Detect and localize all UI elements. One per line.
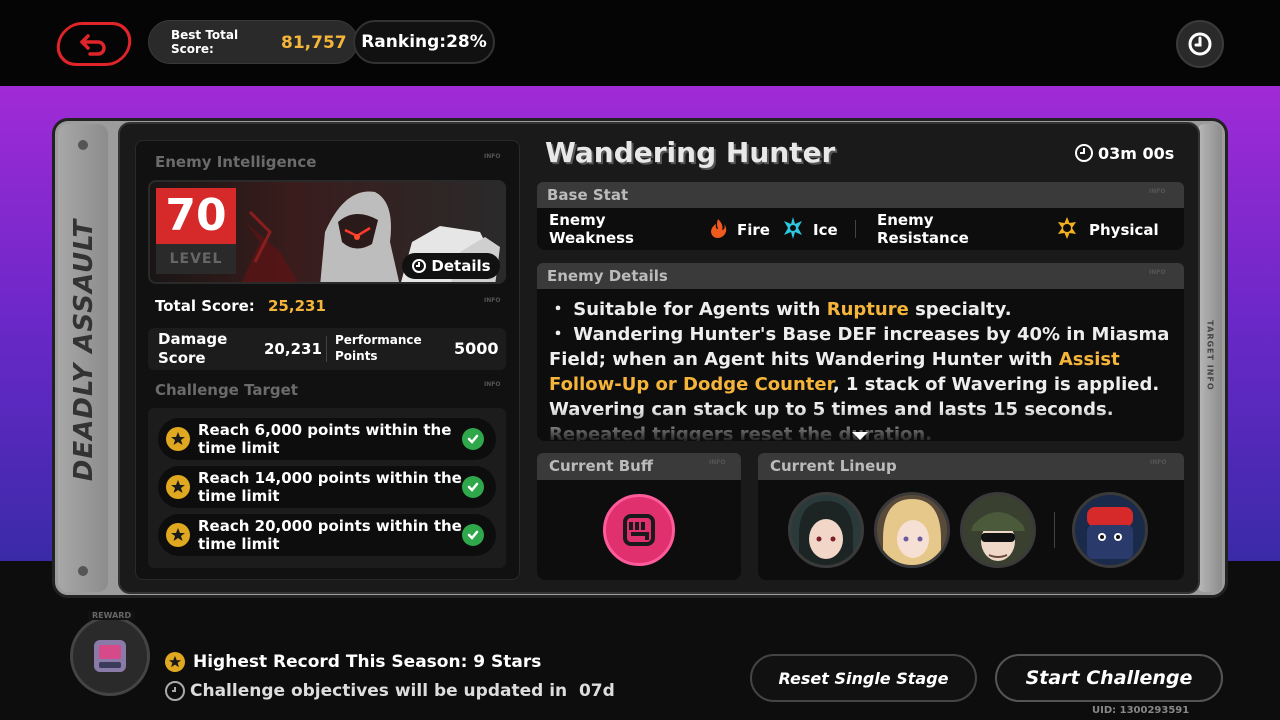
star-icon <box>166 427 190 451</box>
divider <box>326 336 327 362</box>
star-icon <box>165 652 185 672</box>
damage-score-label: Damage Score <box>158 330 228 367</box>
base-stat-title: Base Stat <box>547 186 629 204</box>
enemy-intel-title: Enemy Intelligence <box>155 153 317 171</box>
level-label: LEVEL <box>156 244 236 274</box>
total-score-label: Total Score: <box>155 297 255 315</box>
boss-name: Wandering Hunter <box>545 136 836 169</box>
agent-avatar[interactable] <box>874 492 950 568</box>
fist-buff-icon[interactable] <box>603 494 675 566</box>
start-challenge-button[interactable]: Start Challenge <box>995 654 1223 702</box>
target-info-rail-label: TARGET INFO <box>1198 300 1222 410</box>
clock-icon <box>412 259 427 273</box>
reward-label: REWARD <box>88 611 136 620</box>
details-button[interactable]: Details <box>402 253 500 279</box>
info-tag: INFO <box>1150 459 1167 466</box>
back-button[interactable] <box>53 22 135 66</box>
clock-icon <box>1188 32 1212 56</box>
resistance-physical: Physical <box>1089 221 1159 239</box>
info-tag: INFO <box>484 153 501 160</box>
ice-icon <box>781 216 805 245</box>
weakness-fire: Fire <box>737 221 770 239</box>
details-text: specialty. <box>908 299 1012 320</box>
clock-icon <box>165 681 185 701</box>
enemy-details-body[interactable]: ・ Suitable for Agents with Rupture speci… <box>537 289 1184 441</box>
target-info-text: TARGET INFO <box>1205 319 1215 391</box>
timer-value: 03m 00s <box>1098 143 1175 163</box>
target-text: Reach 20,000 points within the time limi… <box>198 517 462 553</box>
resistance-label: Enemy Resistance <box>877 211 969 247</box>
current-lineup-body <box>758 480 1184 580</box>
ranking-badge: Ranking:28% <box>353 20 495 64</box>
time-limit: 03m 00s <box>1074 143 1174 163</box>
total-score-value: 25,231 <box>268 297 326 315</box>
target-text: Reach 14,000 points within the time limi… <box>198 469 462 505</box>
physical-icon <box>1055 216 1079 245</box>
current-lineup-header: Current Lineup INFO <box>758 453 1184 481</box>
star-icon <box>166 523 190 547</box>
info-tag: INFO <box>484 297 501 304</box>
details-label: Details <box>431 257 491 275</box>
mode-title: DEADLY ASSAULT <box>64 180 104 520</box>
list-item: Reach 6,000 points within the time limit <box>158 418 496 460</box>
screw-icon <box>78 140 88 150</box>
back-arrow-icon <box>80 34 106 56</box>
divider <box>855 220 856 238</box>
check-icon <box>462 524 484 546</box>
damage-score-value: 20,231 <box>264 340 322 358</box>
fire-icon <box>707 217 729 244</box>
uid-label: UID: 1300293591 <box>1092 705 1190 716</box>
best-score-label: Best Total Score: <box>171 28 239 56</box>
reward-button[interactable] <box>70 616 150 696</box>
reset-stage-button[interactable]: Reset Single Stage <box>750 654 977 702</box>
check-icon <box>462 428 484 450</box>
bangboo-avatar[interactable] <box>1072 492 1148 568</box>
info-tag: INFO <box>1149 188 1166 195</box>
info-tag: INFO <box>484 381 501 388</box>
weakness-label: Enemy Weakness <box>549 211 634 247</box>
star-icon <box>166 475 190 499</box>
weakness-ice: Ice <box>813 221 838 239</box>
level-badge: 70 LEVEL <box>156 188 236 274</box>
details-text: ・ Suitable for Agents with <box>549 299 827 320</box>
enemy-details-header: Enemy Details INFO <box>537 263 1184 291</box>
performance-points-value: 5000 <box>454 339 499 358</box>
scroll-down-icon[interactable] <box>852 432 868 440</box>
agent-avatar[interactable] <box>788 492 864 568</box>
screw-icon <box>78 566 88 576</box>
current-buff-title: Current Buff <box>549 457 653 475</box>
current-lineup-title: Current Lineup <box>770 457 897 475</box>
base-stat-header: Base Stat INFO <box>537 182 1184 210</box>
enemy-details-title: Enemy Details <box>547 267 668 285</box>
best-score-pill: Best Total Score: 81,757 <box>148 20 358 64</box>
list-item: Reach 20,000 points within the time limi… <box>158 514 496 556</box>
check-icon <box>462 476 484 498</box>
details-highlight: Rupture <box>826 299 909 320</box>
best-score-value: 81,757 <box>281 33 347 53</box>
objectives-update: Challenge objectives will be updated in … <box>190 681 615 701</box>
info-tag: INFO <box>709 459 726 466</box>
clock-icon <box>1075 144 1093 162</box>
base-stat-row: Enemy Weakness Fire Ice Enemy Resistance… <box>537 208 1184 250</box>
challenge-target-title: Challenge Target <box>155 381 298 399</box>
current-buff-body <box>537 480 741 580</box>
reward-box-icon <box>94 640 126 672</box>
mode-title-text: DEADLY ASSAULT <box>69 218 99 482</box>
level-number: 70 <box>156 188 236 244</box>
highest-record: Highest Record This Season: 9 Stars <box>193 652 542 672</box>
divider <box>1054 512 1055 548</box>
performance-points-label: Performance Points <box>335 333 422 363</box>
timer-info-button[interactable] <box>1176 20 1224 68</box>
current-buff-header: Current Buff INFO <box>537 453 741 481</box>
list-item: Reach 14,000 points within the time limi… <box>158 466 496 508</box>
score-breakdown: Damage Score 20,231 Performance Points 5… <box>148 328 506 370</box>
target-text: Reach 6,000 points within the time limit <box>198 421 452 457</box>
agent-avatar[interactable] <box>960 492 1036 568</box>
challenge-target-list: Reach 6,000 points within the time limit… <box>148 408 506 568</box>
info-tag: INFO <box>1149 269 1166 276</box>
